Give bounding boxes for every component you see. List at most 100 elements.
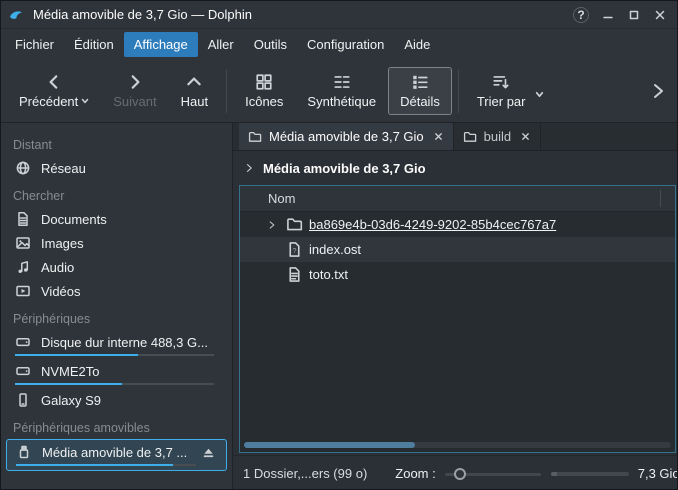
tab-close-icon[interactable] xyxy=(433,131,444,142)
disk-usage-bar xyxy=(16,464,196,466)
zoom-label: Zoom : xyxy=(395,466,435,481)
free-space-bar xyxy=(551,472,629,476)
sidebar-item-galaxy-s9[interactable]: Galaxy S9 xyxy=(1,388,232,412)
forward-button[interactable]: Suivant xyxy=(101,67,168,115)
svg-text:?: ? xyxy=(292,246,296,255)
menu-outils[interactable]: Outils xyxy=(244,32,297,57)
disk-usage-bar xyxy=(15,354,214,356)
tab-label: Média amovible de 3,7 Gio xyxy=(269,129,424,144)
sidebar-item-documents[interactable]: Documents xyxy=(1,207,232,231)
disk-usage-bar xyxy=(15,383,214,385)
menu-affichage[interactable]: Affichage xyxy=(124,32,198,57)
file-row-index-ost[interactable]: ? index.ost xyxy=(240,237,675,262)
chevron-right-icon[interactable] xyxy=(243,162,255,174)
section-distant: Distant xyxy=(1,129,232,156)
sort-icon xyxy=(492,73,510,91)
close-button[interactable] xyxy=(649,4,671,26)
section-peripheriques: Périphériques xyxy=(1,303,232,330)
compact-view-button[interactable]: Synthétique xyxy=(295,67,388,115)
icons-view-icon xyxy=(255,73,273,91)
free-space-group: 7,3 Gio libre(s) xyxy=(551,466,678,481)
harddisk-icon xyxy=(15,334,31,350)
menu-fichier[interactable]: Fichier xyxy=(5,32,64,57)
zoom-slider-thumb[interactable] xyxy=(454,468,466,480)
folder-icon xyxy=(463,130,477,144)
column-header-nom[interactable]: Nom xyxy=(240,186,675,212)
toolbar-separator xyxy=(226,69,227,113)
sidebar-item-media-amovible[interactable]: Média amovible de 3,7 ... xyxy=(6,439,227,471)
history-caret-icon xyxy=(81,97,89,105)
toolbar-separator xyxy=(458,69,459,113)
usb-drive-icon xyxy=(16,444,32,460)
main-area: Distant Réseau Chercher Documents Images… xyxy=(1,123,677,490)
tab-label: build xyxy=(484,129,511,144)
icons-view-label: Icônes xyxy=(245,94,283,109)
file-view: Nom ba869e4b-03d6-4249-9202-85b4cec767a7… xyxy=(239,185,676,453)
toolbar: Précédent Suivant Haut Icônes Synthétiqu… xyxy=(1,59,677,123)
back-button[interactable]: Précédent xyxy=(7,67,101,115)
horizontal-scrollbar[interactable] xyxy=(244,442,671,448)
content-column: Média amovible de 3,7 Gio build Média am… xyxy=(233,123,677,490)
phone-icon xyxy=(15,392,31,408)
file-name: index.ost xyxy=(309,242,361,257)
toolbar-overflow-button[interactable] xyxy=(649,81,671,101)
up-button[interactable]: Haut xyxy=(169,67,220,115)
sort-by-label: Trier par xyxy=(477,94,526,109)
menu-aide[interactable]: Aide xyxy=(394,32,440,57)
videos-icon xyxy=(15,283,31,299)
tab-bar: Média amovible de 3,7 Gio build xyxy=(233,123,677,151)
places-panel: Distant Réseau Chercher Documents Images… xyxy=(1,123,233,490)
breadcrumb: Média amovible de 3,7 Gio xyxy=(233,151,677,185)
status-summary: 1 Dossier,...ers (99 o) xyxy=(243,466,367,481)
sidebar-item-disque-interne[interactable]: Disque dur interne 488,3 G... xyxy=(1,330,232,359)
file-name: toto.txt xyxy=(309,267,348,282)
folder-icon xyxy=(248,130,262,144)
sidebar-item-reseau[interactable]: Réseau xyxy=(1,156,232,180)
section-peripheriques-amovibles: Périphériques amovibles xyxy=(1,412,232,439)
maximize-button[interactable] xyxy=(623,4,645,26)
back-label: Précédent xyxy=(19,94,78,109)
eject-icon[interactable] xyxy=(201,445,216,460)
text-file-icon xyxy=(286,266,303,283)
titlebar[interactable]: Média amovible de 3,7 Gio — Dolphin ? xyxy=(1,1,677,29)
menu-edition[interactable]: Édition xyxy=(64,32,124,57)
images-icon xyxy=(15,235,31,251)
details-view-button[interactable]: Détails xyxy=(388,67,452,115)
sort-by-button[interactable]: Trier par xyxy=(465,67,545,115)
tab-build[interactable]: build xyxy=(454,123,541,150)
folder-icon xyxy=(286,216,303,233)
breadcrumb-current[interactable]: Média amovible de 3,7 Gio xyxy=(263,161,426,176)
audio-icon xyxy=(15,259,31,275)
minimize-button[interactable] xyxy=(597,4,619,26)
compact-view-label: Synthétique xyxy=(307,94,376,109)
sidebar-item-images[interactable]: Images xyxy=(1,231,232,255)
help-button[interactable]: ? xyxy=(573,7,589,23)
sidebar-item-audio[interactable]: Audio xyxy=(1,255,232,279)
scrollbar-thumb[interactable] xyxy=(244,442,415,448)
dolphin-app-icon xyxy=(7,6,25,24)
icons-view-button[interactable]: Icônes xyxy=(233,67,295,115)
documents-icon xyxy=(15,211,31,227)
free-space-label: 7,3 Gio libre(s) xyxy=(638,466,678,481)
sidebar-item-videos[interactable]: Vidéos xyxy=(1,279,232,303)
expand-icon[interactable] xyxy=(264,220,280,230)
zoom-slider[interactable] xyxy=(445,467,541,481)
zoom-control: Zoom : xyxy=(395,466,540,481)
compact-view-icon xyxy=(333,73,351,91)
sidebar-item-nvme[interactable]: NVME2To xyxy=(1,359,232,388)
window-title: Média amovible de 3,7 Gio — Dolphin xyxy=(33,7,573,22)
window-controls: ? xyxy=(573,4,671,26)
dolphin-window: Média amovible de 3,7 Gio — Dolphin ? Fi… xyxy=(0,0,678,490)
tab-media-amovible[interactable]: Média amovible de 3,7 Gio xyxy=(239,123,454,150)
section-chercher: Chercher xyxy=(1,180,232,207)
file-row-toto-txt[interactable]: toto.txt xyxy=(240,262,675,287)
tab-close-icon[interactable] xyxy=(520,131,531,142)
forward-label: Suivant xyxy=(113,94,156,109)
details-view-icon xyxy=(411,73,429,91)
file-row-folder[interactable]: ba869e4b-03d6-4249-9202-85b4cec767a7 xyxy=(240,212,675,237)
harddisk-icon xyxy=(15,363,31,379)
file-name: ba869e4b-03d6-4249-9202-85b4cec767a7 xyxy=(309,217,556,232)
sort-caret-icon xyxy=(535,90,544,99)
menu-configuration[interactable]: Configuration xyxy=(297,32,394,57)
menu-aller[interactable]: Aller xyxy=(198,32,244,57)
